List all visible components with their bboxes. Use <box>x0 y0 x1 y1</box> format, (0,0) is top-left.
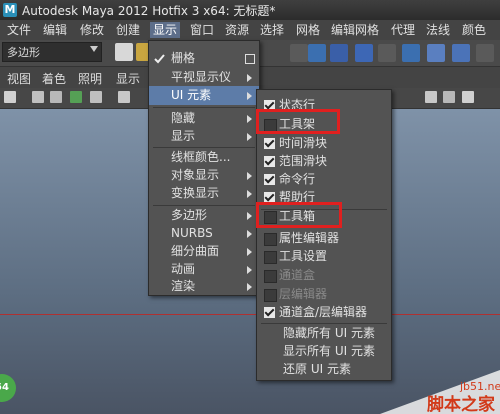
panel-menu-lighting[interactable]: 照明 <box>78 71 102 87</box>
menu-window[interactable]: 窗口 <box>190 22 214 38</box>
chevron-down-icon <box>90 46 98 52</box>
submenu-arrow-icon <box>247 248 252 256</box>
menu-item-channel-box: 通道盒 <box>257 266 391 285</box>
select-tool-icon[interactable] <box>290 44 308 62</box>
checkmark-icon <box>154 54 165 64</box>
wireframe-icon[interactable] <box>118 91 130 103</box>
menu-item-transform-display[interactable]: 变换显示 <box>149 184 259 203</box>
menu-item-command-line[interactable]: 命令行 <box>257 170 391 189</box>
menu-item-object-display[interactable]: 对象显示 <box>149 166 259 185</box>
xray-icon[interactable] <box>443 91 455 103</box>
submenu-arrow-icon <box>247 115 252 123</box>
menu-display[interactable]: 显示 <box>150 22 181 38</box>
submenu-arrow-icon <box>247 212 252 220</box>
menu-item-hide-all-ui[interactable]: 隐藏所有 UI 元素 <box>257 324 391 343</box>
menu-item-grid[interactable]: 栅格 <box>149 49 259 68</box>
menu-separator <box>153 107 255 108</box>
menu-item-subdiv-surfaces[interactable]: 细分曲面 <box>149 242 259 261</box>
checkbox-unchecked-icon <box>264 251 277 264</box>
menu-mesh[interactable]: 网格 <box>296 22 320 38</box>
menu-item-ui-elements[interactable]: UI 元素 <box>149 86 259 105</box>
menu-normals[interactable]: 法线 <box>426 22 450 38</box>
share-icon[interactable] <box>462 91 474 103</box>
watermark: jb51.net 脚本之家 <box>380 370 500 414</box>
checkbox-unchecked-icon <box>264 233 277 246</box>
mode-selector[interactable]: 多边形 <box>2 42 102 62</box>
checkbox-checked-icon <box>264 156 275 167</box>
menu-item-wireframe-color[interactable]: 线框颜色... <box>149 148 259 167</box>
menu-color[interactable]: 颜色 <box>462 22 486 38</box>
menu-item-channel-box-layer-editor[interactable]: 通道盒/层编辑器 <box>257 303 391 322</box>
watermark-url: jb51.net <box>459 380 500 393</box>
menu-item-hud[interactable]: 平视显示仪 <box>149 68 259 87</box>
grid-toggle-icon[interactable] <box>90 91 102 103</box>
rotate-tool-icon[interactable] <box>330 44 348 62</box>
submenu-arrow-icon <box>247 283 252 291</box>
camera-attributes-icon[interactable] <box>32 91 44 103</box>
menu-item-show-all-ui[interactable]: 显示所有 UI 元素 <box>257 342 391 361</box>
display-menu: 栅格 平视显示仪 UI 元素 隐藏 显示 线框颜色... 对象显示 变换显示 多… <box>148 40 260 296</box>
menu-item-time-slider[interactable]: 时间滑块 <box>257 134 391 153</box>
checkbox-checked-icon <box>264 307 275 318</box>
menu-edit[interactable]: 编辑 <box>43 22 67 38</box>
menu-select[interactable]: 选择 <box>260 22 284 38</box>
submenu-arrow-icon <box>247 172 252 180</box>
menu-item-range-slider[interactable]: 范围滑块 <box>257 152 391 171</box>
panel-menu-shading[interactable]: 着色 <box>42 71 66 87</box>
menu-edit-mesh[interactable]: 编辑网格 <box>331 22 379 38</box>
move-tool-icon[interactable] <box>308 44 326 62</box>
checkbox-unchecked-icon <box>264 289 277 302</box>
menu-item-tool-settings[interactable]: 工具设置 <box>257 247 391 266</box>
menu-item-hide[interactable]: 隐藏 <box>149 109 259 128</box>
submenu-arrow-icon <box>247 190 252 198</box>
menu-item-polygons[interactable]: 多边形 <box>149 206 259 225</box>
menu-modify[interactable]: 修改 <box>80 22 104 38</box>
menu-item-layer-editor: 层编辑器 <box>257 285 391 304</box>
submenu-arrow-icon <box>247 74 252 82</box>
menu-assets[interactable]: 资源 <box>225 22 249 38</box>
snap-curve-icon[interactable] <box>427 44 445 62</box>
new-scene-icon[interactable] <box>115 43 133 61</box>
annotation-frame-toolbox <box>256 202 342 228</box>
menu-item-show[interactable]: 显示 <box>149 127 259 146</box>
submenu-arrow-icon <box>247 133 252 141</box>
submenu-arrow-icon <box>247 230 252 238</box>
panel-menu-view[interactable]: 视图 <box>7 71 31 87</box>
annotation-frame-shelf <box>256 109 340 134</box>
scale-tool-icon[interactable] <box>355 44 373 62</box>
title-bar: M Autodesk Maya 2012 Hotfix 3 x64: 无标题* <box>0 0 500 20</box>
bookmark-icon[interactable] <box>50 91 62 103</box>
image-plane-icon[interactable] <box>70 91 82 103</box>
watermark-name: 脚本之家 <box>427 394 495 414</box>
camera-icon[interactable] <box>4 91 16 103</box>
menu-item-rendering[interactable]: 渲染 <box>149 277 259 296</box>
menu-file[interactable]: 文件 <box>7 22 31 38</box>
mode-selector-value: 多边形 <box>7 46 40 59</box>
menu-proxy[interactable]: 代理 <box>391 22 415 38</box>
menu-item-restore-ui[interactable]: 还原 UI 元素 <box>257 360 391 379</box>
maya-logo-icon: M <box>3 3 17 17</box>
checkbox-checked-icon <box>264 174 275 185</box>
panel-menu-show[interactable]: 显示 <box>116 71 140 87</box>
snap-icon[interactable] <box>378 44 396 62</box>
checkbox-checked-icon <box>264 138 275 149</box>
submenu-arrow-icon <box>247 92 252 100</box>
isolate-select-icon[interactable] <box>425 91 437 103</box>
render-icon[interactable] <box>476 44 494 62</box>
option-box-icon[interactable] <box>245 54 255 64</box>
snap-point-icon[interactable] <box>452 44 470 62</box>
submenu-arrow-icon <box>247 266 252 274</box>
snap-grid-icon[interactable] <box>402 44 420 62</box>
main-menu-bar: 文件 编辑 修改 创建 显示 窗口 资源 选择 网格 编辑网格 代理 法线 颜色 <box>0 20 500 41</box>
menu-item-attribute-editor[interactable]: 属性编辑器 <box>257 229 391 248</box>
window-title: Autodesk Maya 2012 Hotfix 3 x64: 无标题* <box>22 4 276 18</box>
menu-item-nurbs[interactable]: NURBS <box>149 224 259 243</box>
checkbox-unchecked-icon <box>264 270 277 283</box>
grid-horizon-line <box>0 314 500 315</box>
menu-create[interactable]: 创建 <box>116 22 140 38</box>
